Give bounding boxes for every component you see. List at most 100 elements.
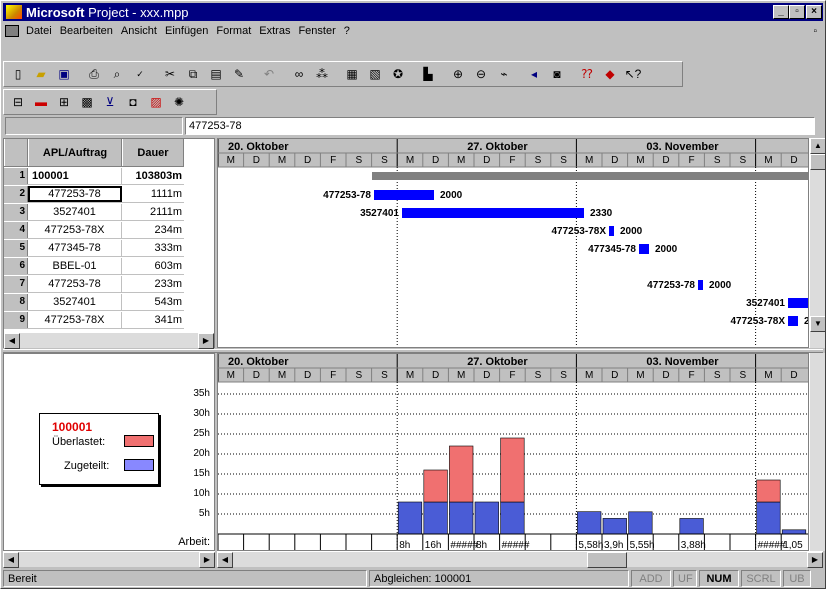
dauer-cell[interactable]: 1111m	[122, 186, 184, 202]
dauer-cell[interactable]: 2111m	[122, 204, 184, 220]
assistant-icon[interactable]: ⁇	[576, 64, 598, 85]
table-row[interactable]: 6 BBEL-01 603m	[4, 258, 184, 275]
resource-icon[interactable]: ✪	[387, 64, 409, 85]
apl-cell[interactable]: 477253-78	[28, 276, 122, 292]
apl-cell[interactable]: 3527401	[28, 204, 122, 220]
copy-icon[interactable]: ⧉	[182, 64, 204, 85]
row-number[interactable]: 3	[4, 204, 28, 220]
open-icon[interactable]: ▰	[30, 64, 52, 85]
notes-icon[interactable]: ▧	[364, 64, 386, 85]
apl-cell[interactable]: 100001	[28, 168, 122, 184]
legend-scroll-left[interactable]: ◀	[3, 552, 19, 568]
web-icon[interactable]: ◆	[599, 64, 621, 85]
table-row[interactable]: 1 100001 103803m	[4, 168, 184, 185]
apl-cell[interactable]: 477345-78	[28, 240, 122, 256]
undo-icon[interactable]: ↶	[258, 64, 280, 85]
maximize-button[interactable]: ▫	[789, 5, 805, 19]
resource-sheet-icon[interactable]: ◘	[122, 92, 144, 113]
preview-icon[interactable]: ⌕	[106, 64, 128, 85]
legend-hscrollbar[interactable]: ◀ ▶	[3, 551, 215, 568]
outline-icon[interactable]: ⊟	[7, 92, 29, 113]
dauer-cell[interactable]: 333m	[122, 240, 184, 256]
cut-icon[interactable]: ✂	[159, 64, 181, 85]
col-dauer-header[interactable]: Dauer	[122, 139, 184, 166]
network-icon[interactable]: ⊞	[53, 92, 75, 113]
apl-cell[interactable]: 477253-78	[28, 186, 122, 202]
row-number[interactable]: 7	[4, 276, 28, 292]
table-row[interactable]: 5 477345-78 333m	[4, 240, 184, 257]
graph-scroll-left[interactable]: ◀	[217, 552, 233, 568]
row-number[interactable]: 4	[4, 222, 28, 238]
scroll-thumb[interactable]	[810, 154, 825, 170]
scroll-right-arrow[interactable]: ▶	[198, 333, 214, 349]
calendar-icon[interactable]: ▩	[76, 92, 98, 113]
unlink-tasks-icon[interactable]: ⁂	[311, 64, 333, 85]
row-number[interactable]: 6	[4, 258, 28, 274]
task-info-icon[interactable]: ▦	[341, 64, 363, 85]
title-bar[interactable]: Microsoft Project - xxx.mpp _ ▫ ×	[3, 3, 823, 21]
graph-hscrollbar[interactable]: ◀ ▶	[217, 551, 823, 568]
project-app-icon[interactable]	[6, 5, 22, 19]
link-tasks-icon[interactable]: ∞	[288, 64, 310, 85]
menu-ansicht[interactable]: Ansicht	[117, 25, 161, 37]
apl-cell[interactable]: BBEL-01	[28, 258, 122, 274]
gantt-wizard-icon[interactable]: ⌁	[493, 64, 515, 85]
row-number[interactable]: 8	[4, 294, 28, 310]
print-icon[interactable]: ⎙	[83, 64, 105, 85]
camera-icon[interactable]: ◙	[546, 64, 568, 85]
dauer-cell[interactable]: 543m	[122, 294, 184, 310]
row-number[interactable]: 5	[4, 240, 28, 256]
row-number[interactable]: 1	[4, 168, 28, 184]
dauer-cell[interactable]: 234m	[122, 222, 184, 238]
gantt-vscrollbar[interactable]: ▲ ▼	[809, 138, 825, 348]
menu-fenster[interactable]: Fenster	[294, 25, 339, 37]
dauer-cell[interactable]: 233m	[122, 276, 184, 292]
apl-cell[interactable]: 3527401	[28, 294, 122, 310]
menu-help[interactable]: ?	[340, 25, 354, 37]
graph-scroll-thumb[interactable]	[587, 552, 627, 568]
menu-format[interactable]: Format	[212, 25, 255, 37]
scroll-up-arrow[interactable]: ▲	[810, 138, 825, 154]
gantt-chart-icon[interactable]: ▬	[30, 92, 52, 113]
doc-restore-icon[interactable]: ▫	[813, 26, 817, 37]
close-button[interactable]: ×	[806, 5, 822, 19]
table-row[interactable]: 3 3527401 2111m	[4, 204, 184, 221]
split-icon[interactable]: ▙	[417, 64, 439, 85]
minimize-button[interactable]: _	[773, 5, 789, 19]
apl-cell[interactable]: 477253-78X	[28, 222, 122, 238]
menu-einfuegen[interactable]: Einfügen	[161, 25, 212, 37]
dauer-cell[interactable]: 603m	[122, 258, 184, 274]
row-number[interactable]: 9	[4, 312, 28, 328]
table-hscrollbar[interactable]: ◀ ▶	[4, 332, 214, 349]
menu-bearbeiten[interactable]: Bearbeiten	[56, 25, 117, 37]
select-all-cell[interactable]	[4, 139, 28, 166]
zoom-in-icon[interactable]: ⊕	[447, 64, 469, 85]
paste-icon[interactable]: ▤	[205, 64, 227, 85]
tracking-icon[interactable]: ⊻	[99, 92, 121, 113]
table-row[interactable]: 4 477253-78X 234m	[4, 222, 184, 239]
apl-cell[interactable]: 477253-78X	[28, 312, 122, 328]
table-row[interactable]: 2 477253-78 1111m	[4, 186, 184, 203]
context-help-icon[interactable]: ↖?	[622, 64, 644, 85]
format-painter-icon[interactable]: ✎	[228, 64, 250, 85]
dauer-cell[interactable]: 341m	[122, 312, 184, 328]
row-number[interactable]: 2	[4, 186, 28, 202]
goto-task-icon[interactable]: ◂	[523, 64, 545, 85]
table-row[interactable]: 9 477253-78X 341m	[4, 312, 184, 329]
col-apl-header[interactable]: APL/Auftrag	[28, 139, 122, 166]
resource-usage-icon[interactable]: ▨	[145, 92, 167, 113]
zoom-out-icon[interactable]: ⊖	[470, 64, 492, 85]
new-icon[interactable]: ▯	[7, 64, 29, 85]
document-icon[interactable]	[5, 25, 19, 37]
entry-field[interactable]: 477253-78	[185, 117, 815, 135]
menu-extras[interactable]: Extras	[255, 25, 294, 37]
scroll-left-arrow[interactable]: ◀	[4, 333, 20, 349]
resource-graph-icon[interactable]: ✺	[168, 92, 190, 113]
menu-datei[interactable]: Datei	[22, 25, 56, 37]
table-row[interactable]: 7 477253-78 233m	[4, 276, 184, 293]
scroll-down-arrow[interactable]: ▼	[810, 316, 825, 332]
legend-scroll-right[interactable]: ▶	[199, 552, 215, 568]
save-icon[interactable]: ▣	[53, 64, 75, 85]
graph-scroll-right[interactable]: ▶	[807, 552, 823, 568]
graph-vscrollbar[interactable]	[809, 353, 825, 551]
